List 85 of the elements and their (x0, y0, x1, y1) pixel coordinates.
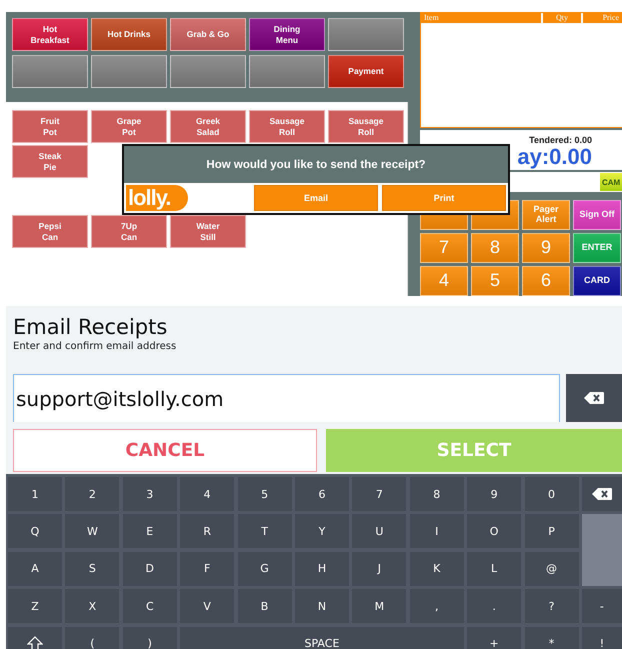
product-button[interactable]: Sausage Roll (249, 110, 325, 143)
keyboard-key[interactable]: @ (524, 552, 579, 586)
backspace-icon (592, 488, 612, 500)
keyboard-key[interactable]: L (467, 552, 522, 586)
keyboard-key[interactable]: 7 (352, 477, 406, 511)
keyboard-key[interactable]: K (410, 552, 464, 586)
keyboard-key[interactable]: 5 (238, 477, 292, 511)
category-button[interactable]: Hot Drinks (91, 18, 167, 51)
dialog-question: How would you like to send the receipt? (205, 158, 427, 172)
keyboard-key[interactable]: W (65, 514, 120, 548)
logo: lolly. (126, 185, 188, 211)
screen-title: Email Receipts (13, 314, 168, 340)
keyboard-key[interactable]: T (238, 514, 292, 548)
keyboard-key[interactable]: + (467, 626, 522, 649)
keyboard-key[interactable]: 2 (65, 477, 120, 511)
keyboard-key[interactable]: 1 (8, 477, 62, 511)
keyboard-key[interactable]: P (524, 514, 579, 548)
keyboard-key[interactable]: 6 (294, 477, 349, 511)
space-key[interactable]: SPACE (180, 626, 464, 649)
keyboard-key[interactable]: F (180, 552, 234, 586)
keyboard-key[interactable]: H (294, 552, 349, 586)
keyboard-key[interactable]: Q (8, 514, 62, 548)
keyboard-key[interactable]: Y (294, 514, 349, 548)
keyboard-key[interactable]: A (8, 552, 62, 586)
empty-button[interactable] (170, 55, 246, 88)
product-button[interactable]: Fruit Pot (12, 110, 88, 143)
keyboard-key[interactable]: 3 (122, 477, 177, 511)
category-button[interactable]: Dining Menu (249, 18, 325, 51)
keyboard-key[interactable]: B (238, 589, 292, 624)
product-button[interactable]: 7Up Can (91, 215, 167, 248)
keyboard-key[interactable]: D (122, 552, 177, 586)
empty-button[interactable] (91, 55, 167, 88)
backspace-button[interactable] (566, 374, 622, 422)
keyboard-key[interactable]: J (352, 552, 406, 586)
column-header: Qty (543, 13, 581, 23)
keyboard-key[interactable]: . (467, 589, 522, 624)
email-field[interactable]: support@itslolly.com (13, 374, 560, 422)
keyboard-key[interactable]: 0 (524, 477, 579, 511)
keyboard-key[interactable]: 4 (180, 477, 234, 511)
cancel-button[interactable]: CANCEL (13, 429, 317, 472)
keyboard-key[interactable]: E (122, 514, 177, 548)
product-button[interactable]: Greek Salad (170, 110, 246, 143)
keyboard-key[interactable]: X (65, 589, 120, 624)
column-header: Price (583, 13, 622, 23)
keyboard-key[interactable]: 9 (467, 477, 522, 511)
empty-button[interactable] (12, 55, 88, 88)
keypad-key[interactable]: Sign Off (573, 200, 621, 230)
product-button[interactable]: Steak Pie (12, 145, 88, 178)
backspace-key[interactable] (582, 477, 622, 511)
keyboard-key[interactable]: * (524, 626, 579, 649)
keyboard-key[interactable]: ( (65, 626, 120, 649)
product-button[interactable]: Water Still (170, 215, 246, 248)
keyboard-key[interactable]: V (180, 589, 234, 624)
keypad-key[interactable]: CARD (573, 266, 621, 296)
product-button[interactable]: Grape Pot (91, 110, 167, 143)
product-button[interactable]: Pepsi Can (12, 215, 88, 248)
keyboard-key[interactable]: N (294, 589, 349, 624)
keyboard-key[interactable]: ! (582, 626, 622, 649)
keyboard-key[interactable]: O (467, 514, 522, 548)
empty-button[interactable] (249, 55, 325, 88)
pay-amount: ay:0.00 (517, 145, 592, 169)
keyboard-key[interactable]: G (238, 552, 292, 586)
column-header: Item (421, 13, 541, 23)
keyboard-key[interactable]: M (352, 589, 406, 624)
empty-button[interactable] (328, 18, 404, 51)
screen-subtitle: Enter and confirm email address (13, 341, 178, 352)
keyboard-key[interactable]: I (410, 514, 464, 548)
keyboard-key[interactable]: U (352, 514, 406, 548)
category-button[interactable]: Grab & Go (170, 18, 246, 51)
keyboard-key[interactable]: S (65, 552, 120, 586)
camera-button[interactable]: CAM (600, 173, 622, 191)
backspace-icon (584, 392, 604, 404)
keyboard-key[interactable]: Z (8, 589, 62, 624)
category-button[interactable]: Hot Breakfast (12, 18, 88, 51)
shift-icon (27, 636, 43, 649)
keyboard-key[interactable]: - (582, 589, 622, 624)
keyboard-key[interactable]: 8 (410, 477, 464, 511)
keyboard-key[interactable]: ? (524, 589, 579, 624)
tendered-amount: Tendered: 0.00 (529, 135, 592, 145)
keyboard-key[interactable]: R (180, 514, 234, 548)
keyboard-key[interactable]: ) (122, 626, 177, 649)
keyboard-key[interactable]: , (410, 589, 464, 624)
product-button[interactable]: Sausage Roll (328, 110, 404, 143)
keyboard-key[interactable]: C (122, 589, 177, 624)
category-button[interactable]: Payment (328, 55, 404, 88)
